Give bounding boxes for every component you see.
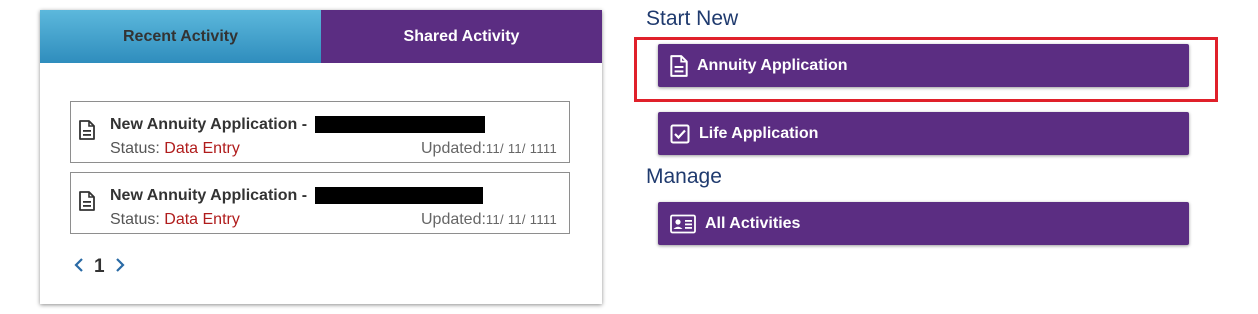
activity-updated: Updated:11/ 11/ 1111 (421, 140, 557, 158)
chevron-left-icon[interactable] (74, 257, 84, 277)
activity-card[interactable]: New Annuity Application - Status: Data E… (70, 172, 570, 234)
document-icon (79, 120, 95, 140)
current-page[interactable]: 1 (94, 256, 105, 278)
activity-tabs: Recent Activity Shared Activity (40, 10, 602, 63)
updated-label: Updated: (420, 140, 486, 157)
activity-status: Status: Data Entry (110, 211, 240, 229)
annuity-application-button[interactable]: Annuity Application (658, 44, 1189, 87)
document-icon (670, 54, 688, 77)
all-activities-button[interactable]: All Activities (658, 202, 1189, 245)
document-icon (79, 191, 95, 211)
activity-status: Status: Data Entry (110, 140, 240, 158)
activity-title: New Annuity Application - (110, 187, 308, 204)
activity-updated: Updated:11/ 11/ 1111 (421, 211, 557, 229)
checkbox-icon (670, 124, 690, 144)
tab-shared-activity[interactable]: Shared Activity (321, 10, 602, 63)
annuity-application-label: Annuity Application (697, 56, 848, 74)
activity-card[interactable]: New Annuity Application - Status: Data E… (70, 101, 570, 163)
status-value: Data Entry (164, 140, 240, 157)
activity-title: New Annuity Application - (110, 116, 308, 133)
id-card-icon (670, 214, 696, 234)
pagination: 1 (74, 256, 125, 278)
status-label: Status: (110, 140, 160, 157)
tab-recent-activity[interactable]: Recent Activity (40, 10, 321, 63)
redacted-block (315, 187, 483, 204)
updated-date: 11/ 11/ 1111 (485, 212, 557, 227)
life-application-button[interactable]: Life Application (658, 112, 1189, 155)
redacted-block (315, 116, 485, 133)
start-new-heading: Start New (646, 7, 739, 30)
status-label: Status: (110, 211, 160, 228)
all-activities-label: All Activities (705, 214, 801, 232)
status-value: Data Entry (164, 211, 240, 228)
activity-panel: Recent Activity Shared Activity New Annu… (40, 10, 602, 304)
life-application-label: Life Application (699, 124, 819, 142)
chevron-right-icon[interactable] (115, 257, 125, 277)
manage-heading: Manage (646, 165, 722, 188)
updated-label: Updated: (420, 211, 486, 228)
updated-date: 11/ 11/ 1111 (485, 141, 557, 156)
